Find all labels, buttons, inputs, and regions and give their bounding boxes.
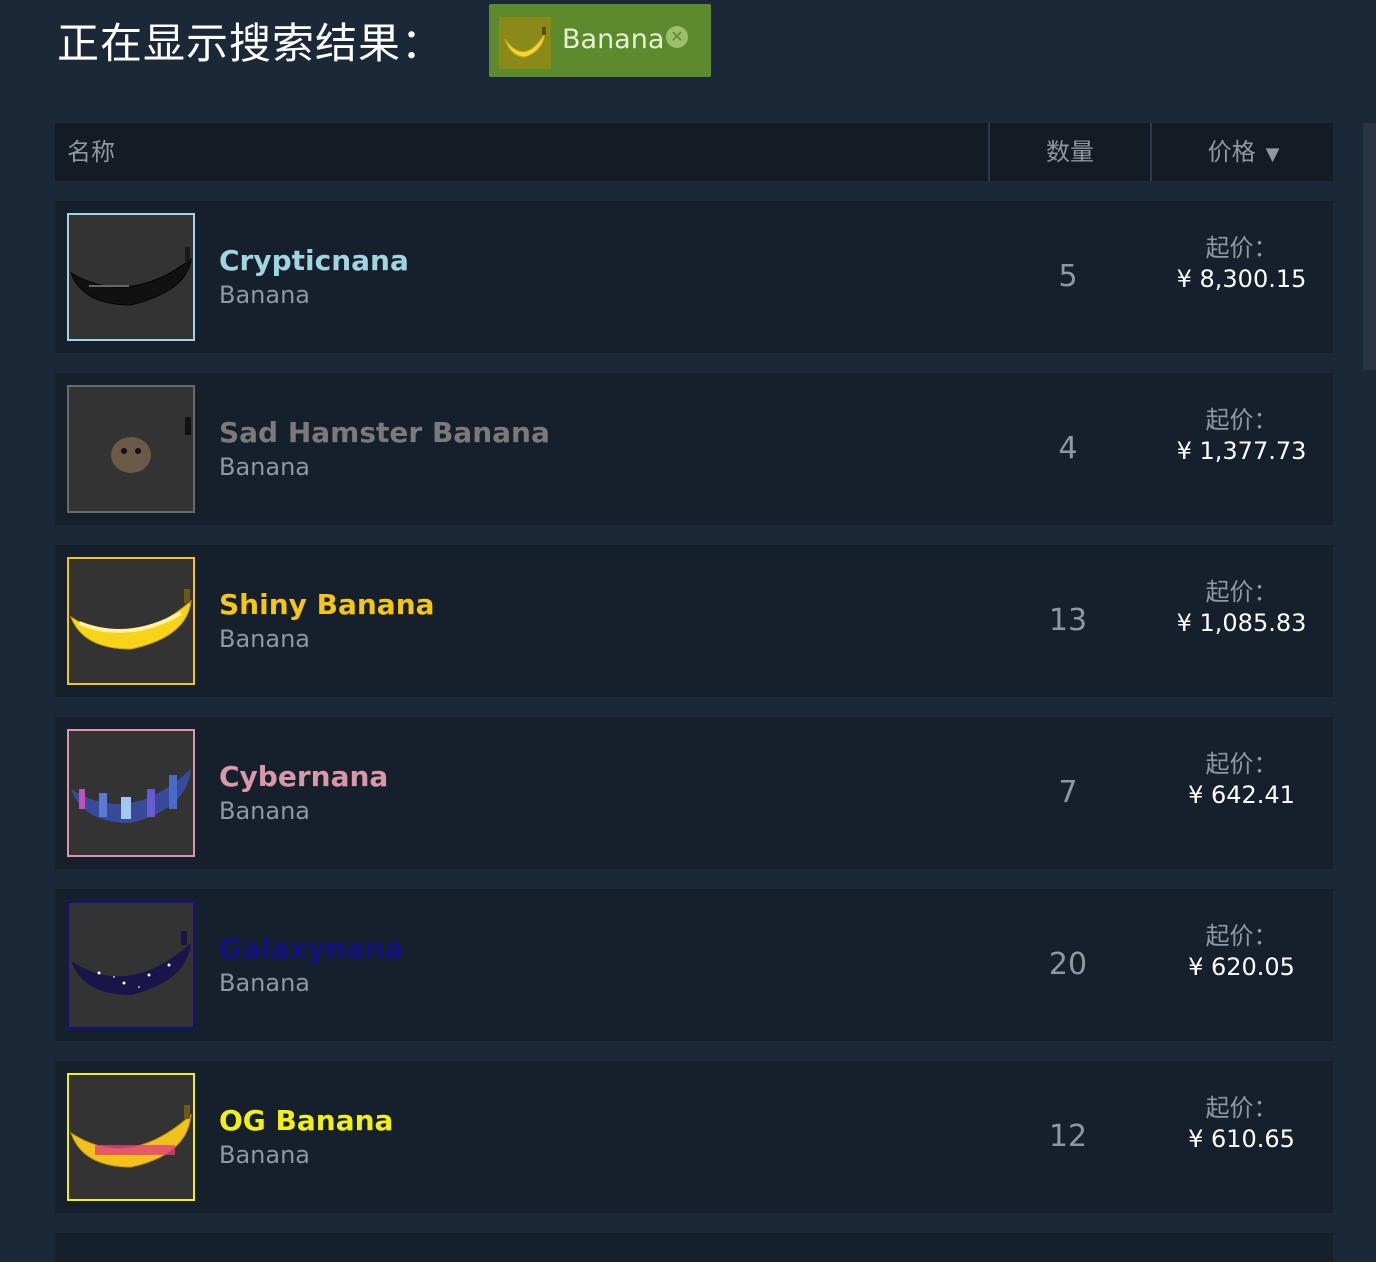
column-header-quantity[interactable]: 数量: [988, 123, 1150, 181]
table-header: 名称 数量 价格 ▼: [55, 123, 1333, 181]
starting-price: ¥ 1,085.83: [1176, 609, 1307, 637]
item-quantity: 13: [1048, 603, 1088, 638]
item-name[interactable]: Cybernana: [219, 759, 388, 795]
item-name[interactable]: OG Banana: [219, 1103, 393, 1139]
starting-price: ¥ 8,300.15: [1176, 265, 1307, 293]
item-quantity: 4: [1058, 431, 1078, 466]
page-title: 正在显示搜索结果：: [57, 19, 445, 68]
remove-filter-icon[interactable]: ✕: [666, 26, 688, 48]
column-header-name[interactable]: 名称: [67, 123, 115, 181]
item-image: [67, 1073, 195, 1201]
item-quantity: 12: [1048, 1119, 1088, 1154]
starting-price-label: 起价：: [1205, 750, 1278, 778]
item-type: Banana: [219, 1141, 311, 1169]
listing-row[interactable]: Sad Hamster Banana Banana 4 起价： ¥ 1,377.…: [55, 373, 1333, 525]
item-type: Banana: [219, 969, 311, 997]
scrollbar-thumb[interactable]: [1363, 123, 1376, 370]
filter-tag-label: Banana: [562, 24, 665, 55]
listing-row[interactable]: Shiny Banana Banana 13 起价： ¥ 1,085.83: [55, 545, 1333, 697]
starting-price-label: 起价：: [1205, 922, 1278, 950]
item-type: Banana: [219, 281, 311, 309]
item-quantity: 7: [1058, 775, 1078, 810]
item-name[interactable]: Sad Hamster Banana: [219, 415, 550, 451]
sort-descending-icon[interactable]: ▼: [1266, 144, 1280, 165]
starting-price: ¥ 610.65: [1188, 1125, 1295, 1153]
banana-filter-thumbnail: [499, 17, 551, 69]
item-name[interactable]: Shiny Banana: [219, 587, 435, 623]
starting-price-label: 起价：: [1205, 234, 1278, 262]
listing-row[interactable]: Cybernana Banana 7 起价： ¥ 642.41: [55, 717, 1333, 869]
starting-price-label: 起价：: [1205, 578, 1278, 606]
starting-price-label: 起价：: [1205, 406, 1278, 434]
column-header-price[interactable]: 价格 ▼: [1150, 123, 1335, 181]
item-quantity: 5: [1058, 259, 1078, 294]
item-type: Banana: [219, 453, 311, 481]
item-type: Banana: [219, 625, 311, 653]
item-image: [67, 557, 195, 685]
starting-price: ¥ 620.05: [1188, 953, 1295, 981]
listing-row[interactable]: Crypticnana Banana 5 起价： ¥ 8,300.15: [55, 201, 1333, 353]
item-type: Banana: [219, 797, 311, 825]
column-header-price-label: 价格: [1207, 138, 1256, 166]
item-image: [67, 729, 195, 857]
item-name[interactable]: Crypticnana: [219, 243, 409, 279]
listing-row[interactable]: OG Banana Banana 12 起价： ¥ 610.65: [55, 1061, 1333, 1213]
starting-price: ¥ 642.41: [1188, 781, 1295, 809]
item-name[interactable]: Galaxynana: [219, 931, 403, 967]
listing-row[interactable]: Galaxynana Banana 20 起价： ¥ 620.05: [55, 889, 1333, 1041]
listing-row[interactable]: [55, 1233, 1333, 1262]
item-image: [67, 901, 195, 1029]
item-image: [67, 385, 195, 513]
starting-price-label: 起价：: [1205, 1094, 1278, 1122]
item-quantity: 20: [1048, 947, 1088, 982]
starting-price: ¥ 1,377.73: [1176, 437, 1307, 465]
item-image: [67, 213, 195, 341]
